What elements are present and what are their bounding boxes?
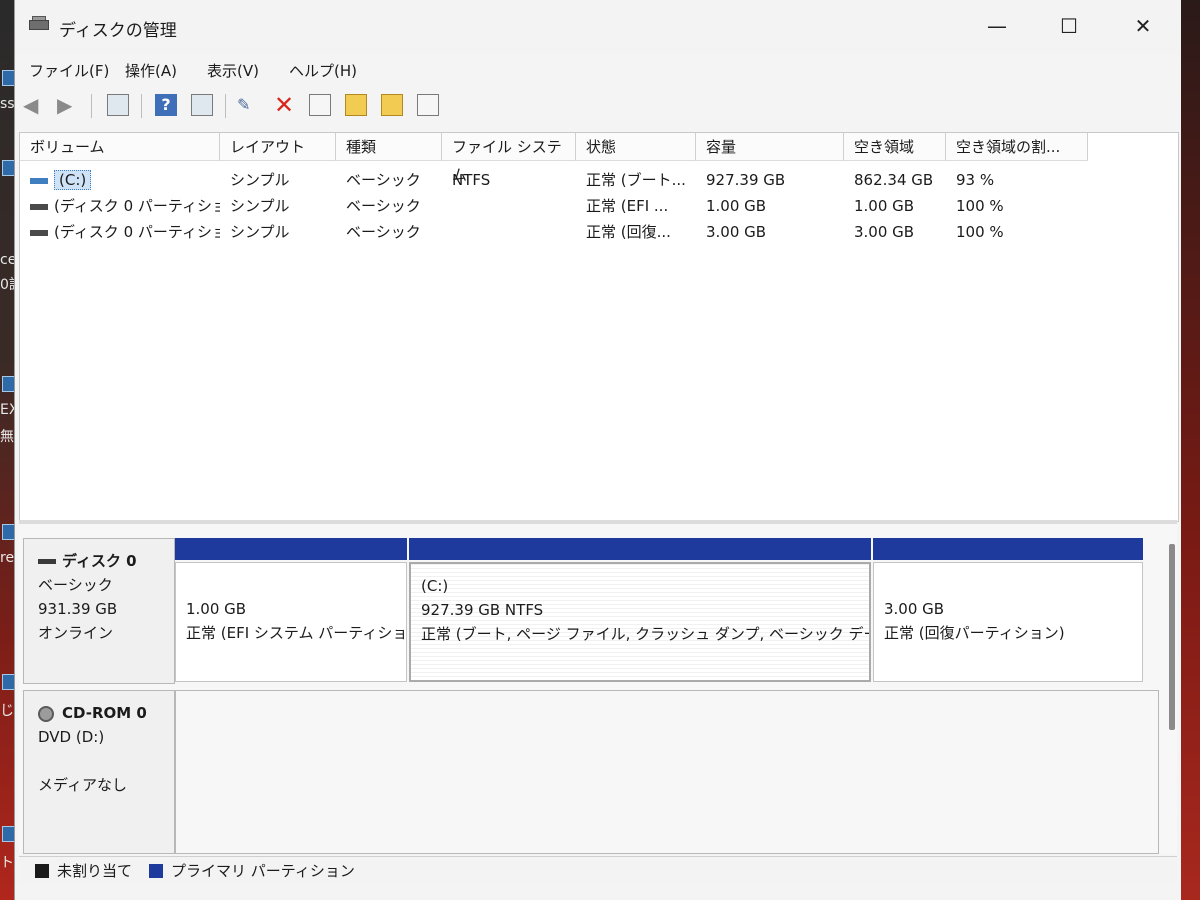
menu-action[interactable]: 操作(A): [125, 60, 177, 81]
menu-help[interactable]: ヘルプ(H): [289, 60, 357, 81]
legend-primary: プライマリ パーティション: [171, 862, 355, 880]
volume-row[interactable]: (ディスク 0 パーティショ... シンプル ベーシック 正常 (EFI ...…: [20, 193, 1178, 219]
volume-free-space: 3.00 GB: [854, 223, 915, 241]
column-type[interactable]: 種類: [336, 133, 442, 161]
menu-file[interactable]: ファイル(F): [29, 60, 109, 81]
volume-layout: シンプル: [230, 197, 290, 215]
properties-icon[interactable]: [309, 94, 331, 116]
action-pane-icon[interactable]: [191, 94, 213, 116]
legend-unallocated: 未割り当て: [57, 862, 133, 880]
forward-arrow-icon[interactable]: ▶: [57, 94, 79, 116]
column-filesystem[interactable]: ファイル システム: [442, 133, 576, 184]
volume-name: (C:): [54, 170, 92, 190]
toolbar: ◀ ▶ ? ✎ ✕: [15, 90, 1181, 124]
disk-type: ベーシック: [38, 576, 113, 594]
column-layout[interactable]: レイアウト: [220, 133, 336, 161]
disk-size: 931.39 GB: [38, 600, 118, 618]
volume-type: ベーシック: [346, 197, 421, 215]
partition-c[interactable]: (C:) 927.39 GB NTFS 正常 (ブート, ページ ファイル, ク…: [409, 538, 871, 682]
volume-layout: シンプル: [230, 223, 290, 241]
volume-free-percent: 100 %: [956, 223, 1004, 241]
window-title: ディスクの管理: [59, 21, 177, 41]
volume-name: (ディスク 0 パーティショ...: [54, 197, 220, 215]
volume-free-percent: 100 %: [956, 197, 1004, 215]
volume-status: 正常 (回復...: [586, 223, 671, 241]
new-window-icon[interactable]: [417, 94, 439, 116]
cdrom-0-label[interactable]: CD-ROM 0 DVD (D:) メディアなし: [23, 690, 175, 854]
connect-icon[interactable]: ✎: [237, 94, 259, 116]
partition-recovery[interactable]: 3.00 GB 正常 (回復パーティション): [873, 538, 1143, 682]
volume-filesystem: [442, 193, 576, 219]
open-folder-icon[interactable]: [345, 94, 367, 116]
volume-filesystem: NTFS: [452, 171, 491, 189]
search-folder-icon[interactable]: [381, 94, 403, 116]
cdrom-0-area[interactable]: [175, 690, 1159, 854]
disk-0-label[interactable]: ディスク 0 ベーシック 931.39 GB オンライン: [23, 538, 175, 684]
column-capacity[interactable]: 容量: [696, 133, 844, 161]
volume-capacity: 3.00 GB: [706, 223, 767, 241]
legend-bar: 未割り当て プライマリ パーティション: [19, 856, 1177, 885]
volume-status: 正常 (ブート...: [586, 171, 686, 189]
minimize-button[interactable]: —: [977, 12, 1017, 40]
partition-efi[interactable]: 1.00 GB 正常 (EFI システム パーティショ: [175, 538, 407, 682]
partition-status: 正常 (回復パーティション): [884, 624, 1065, 642]
volume-free-space: 1.00 GB: [854, 197, 915, 215]
disk-name: ディスク 0: [62, 552, 137, 570]
column-volume[interactable]: ボリューム: [20, 133, 220, 161]
volume-layout: シンプル: [230, 171, 290, 189]
disk-graphical-view: ディスク 0 ベーシック 931.39 GB オンライン 1.00 GB 正常 …: [19, 524, 1177, 854]
delete-icon[interactable]: ✕: [273, 93, 295, 117]
cd-drive-icon: [38, 705, 54, 722]
volume-type: ベーシック: [346, 223, 421, 241]
column-status[interactable]: 状態: [576, 133, 696, 161]
partition-size: 1.00 GB: [186, 600, 247, 618]
primary-partition-swatch: [149, 864, 163, 878]
back-arrow-icon[interactable]: ◀: [23, 94, 45, 116]
volume-icon: [30, 177, 48, 184]
disk-management-icon: [29, 16, 49, 32]
partition-size: 3.00 GB: [884, 600, 945, 618]
disk-management-window: ディスクの管理 — ☐ ✕ ファイル(F) 操作(A) 表示(V) ヘルプ(H)…: [14, 0, 1181, 900]
partition-label: (C:): [421, 577, 449, 595]
volume-status: 正常 (EFI ...: [586, 197, 669, 215]
volume-capacity: 927.39 GB: [706, 171, 786, 189]
disk-status: メディアなし: [38, 776, 127, 794]
disk-icon: [38, 559, 56, 564]
volume-icon: [30, 203, 48, 210]
volume-list: ボリューム レイアウト 種類 ファイル システム 状態 容量 空き領域 空き領域…: [19, 132, 1179, 522]
volume-filesystem: [442, 219, 576, 245]
volume-free-space: 862.34 GB: [854, 171, 934, 189]
volume-icon: [30, 229, 48, 236]
menu-view[interactable]: 表示(V): [207, 60, 259, 81]
unallocated-swatch: [35, 864, 49, 878]
volume-row[interactable]: (C:) シンプル ベーシック NTFS 正常 (ブート... 927.39 G…: [20, 167, 1178, 193]
maximize-button[interactable]: ☐: [1049, 12, 1089, 40]
volume-type: ベーシック: [346, 171, 421, 189]
menu-bar: ファイル(F) 操作(A) 表示(V) ヘルプ(H): [15, 58, 1181, 84]
column-free-space[interactable]: 空き領域: [844, 133, 946, 161]
disk-type: DVD (D:): [38, 728, 105, 746]
partition-status: 正常 (EFI システム パーティショ: [186, 624, 407, 642]
disk-0-partitions: 1.00 GB 正常 (EFI システム パーティショ (C:) 927.39 …: [175, 538, 1159, 684]
close-button[interactable]: ✕: [1123, 12, 1163, 40]
help-icon[interactable]: ?: [155, 94, 177, 116]
disk-status: オンライン: [38, 624, 114, 642]
console-tree-icon[interactable]: [107, 94, 129, 116]
volume-free-percent: 93 %: [956, 171, 995, 189]
partition-size: 927.39 GB NTFS: [421, 601, 544, 619]
volume-row[interactable]: (ディスク 0 パーティショ... シンプル ベーシック 正常 (回復... 3…: [20, 219, 1178, 245]
column-free-percent[interactable]: 空き領域の割...: [946, 133, 1088, 161]
volume-capacity: 1.00 GB: [706, 197, 767, 215]
volume-name: (ディスク 0 パーティショ...: [54, 223, 220, 241]
vertical-scrollbar[interactable]: [1169, 544, 1175, 730]
partition-status: 正常 (ブート, ページ ファイル, クラッシュ ダンプ, ベーシック データ …: [421, 625, 871, 643]
title-bar[interactable]: ディスクの管理 — ☐ ✕: [15, 0, 1181, 54]
disk-name: CD-ROM 0: [62, 704, 147, 722]
